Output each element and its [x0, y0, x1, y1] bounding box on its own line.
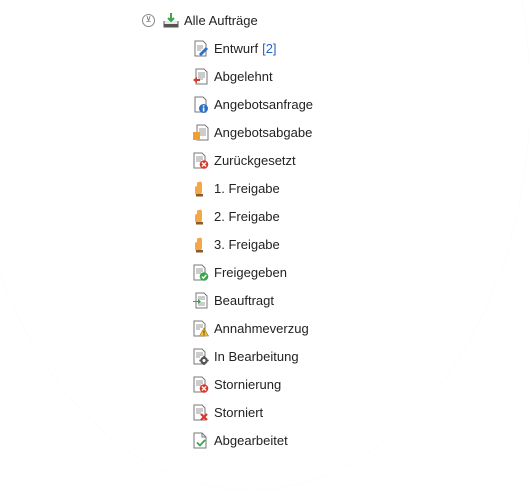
tree-root-all-orders[interactable]: ⊻ Alle Aufträge — [142, 10, 258, 30]
tree-item-label: Entwurf — [214, 40, 259, 56]
tree-item-angebotsanfrage[interactable]: Angebotsanfrage — [192, 95, 313, 113]
tree-item-label: 3. Freigabe — [214, 236, 280, 252]
document-check-icon — [193, 432, 207, 448]
tree-item-label: Angebotsanfrage — [214, 96, 314, 112]
document-arrow-icon — [193, 292, 208, 308]
tree-item-freigabe-1[interactable]: 1. Freigabe — [192, 179, 280, 197]
tree-item-storniert[interactable]: Storniert — [192, 403, 263, 421]
draft-count-badge: [2] — [262, 40, 277, 56]
document-offer-icon — [193, 124, 209, 140]
hand-icon — [195, 209, 203, 224]
tree-item-label: Angebotsabgabe — [214, 124, 313, 140]
tree-item-label: Annahmeverzug — [214, 320, 309, 336]
tree-item-label: Abgelehnt — [214, 68, 273, 84]
tree-item-annahmeverzug[interactable]: Annahmeverzug — [192, 319, 309, 337]
root-label: Alle Aufträge — [184, 12, 258, 28]
tree-item-beauftragt[interactable]: Beauftragt — [192, 291, 274, 309]
document-cancel-icon — [193, 376, 209, 393]
document-info-icon — [194, 96, 208, 113]
tree-item-label: 2. Freigabe — [214, 208, 280, 224]
tree-item-entwurf[interactable]: Entwurf [2] — [192, 39, 277, 57]
document-x-icon — [193, 404, 208, 421]
tree-item-label: In Bearbeitung — [214, 348, 299, 364]
tree-item-in-bearbeitung[interactable]: In Bearbeitung — [192, 347, 299, 365]
tree-item-stornierung[interactable]: Stornierung — [192, 375, 281, 393]
tree-item-label: Abgearbeitet — [214, 432, 288, 448]
tree-item-angebotsabgabe[interactable]: Angebotsabgabe — [192, 123, 312, 141]
hand-icon — [195, 237, 203, 252]
order-tree: ⊻ Alle Aufträge Entwurf [2] Abgelehnt An… — [0, 0, 529, 491]
document-approved-icon — [193, 264, 209, 281]
tree-item-abgelehnt[interactable]: Abgelehnt — [192, 67, 273, 85]
tree-item-label: Stornierung — [214, 376, 282, 392]
tree-item-label: Freigegeben — [214, 264, 287, 280]
hand-icon — [195, 181, 203, 196]
tree-item-zurueckgesetzt[interactable]: Zurückgesetzt — [192, 151, 296, 169]
collapse-toggle-icon[interactable]: ⊻ — [142, 13, 155, 27]
tree-item-freigabe-2[interactable]: 2. Freigabe — [192, 207, 280, 225]
tree-item-label: 1. Freigabe — [214, 180, 280, 196]
tree-item-label: Beauftragt — [214, 292, 274, 308]
document-reset-icon — [193, 152, 209, 169]
tree-item-abgearbeitet[interactable]: Abgearbeitet — [192, 431, 288, 449]
document-edit-icon — [194, 40, 208, 56]
tree-item-label: Storniert — [214, 404, 264, 420]
document-warning-icon — [193, 320, 209, 336]
tree-item-freigabe-3[interactable]: 3. Freigabe — [192, 235, 280, 253]
tree-item-label: Zurückgesetzt — [214, 152, 296, 168]
tree-item-freigegeben[interactable]: Freigegeben — [192, 263, 287, 281]
inbox-download-icon — [163, 13, 179, 28]
document-reject-icon — [193, 68, 208, 84]
document-gear-icon — [193, 348, 209, 365]
